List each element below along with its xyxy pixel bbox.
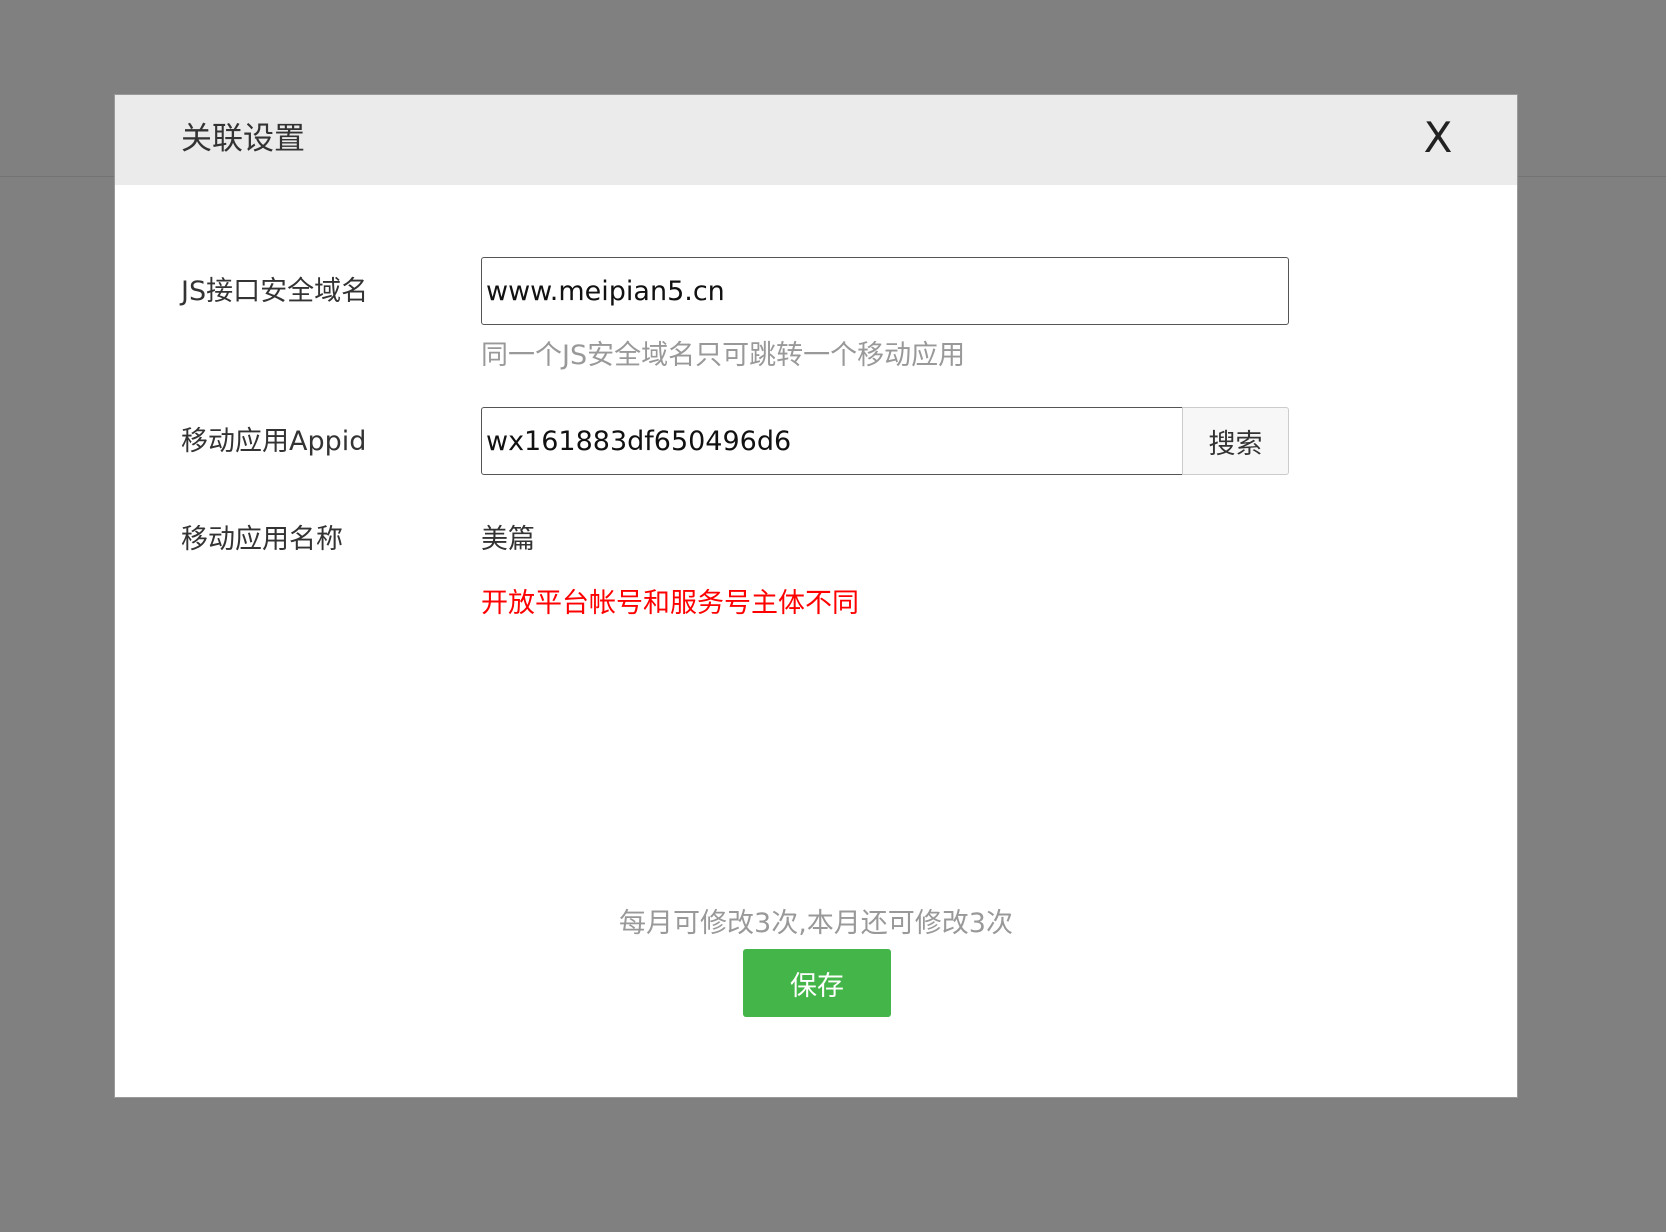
js-domain-hint: 同一个JS安全域名只可跳转一个移动应用 [481, 340, 966, 371]
js-domain-input[interactable] [481, 257, 1289, 325]
appid-input[interactable] [481, 407, 1183, 475]
appid-label: 移动应用Appid [181, 426, 367, 457]
appid-input-group: 搜索 [481, 407, 1289, 475]
association-settings-dialog: 关联设置 X JS接口安全域名 同一个JS安全域名只可跳转一个移动应用 移动应用… [114, 94, 1518, 1098]
save-button[interactable]: 保存 [743, 949, 891, 1017]
dialog-title: 关联设置 [181, 121, 305, 157]
close-icon: X [1423, 113, 1453, 162]
app-name-value: 美篇 [481, 524, 535, 555]
app-name-label: 移动应用名称 [181, 524, 343, 555]
search-button[interactable]: 搜索 [1182, 407, 1289, 475]
error-message: 开放平台帐号和服务号主体不同 [481, 588, 859, 619]
modification-quota-note: 每月可修改3次,本月还可修改3次 [619, 908, 1013, 939]
close-button[interactable]: X [1413, 113, 1463, 163]
js-domain-label: JS接口安全域名 [181, 276, 369, 307]
dialog-header: 关联设置 X [115, 95, 1517, 185]
